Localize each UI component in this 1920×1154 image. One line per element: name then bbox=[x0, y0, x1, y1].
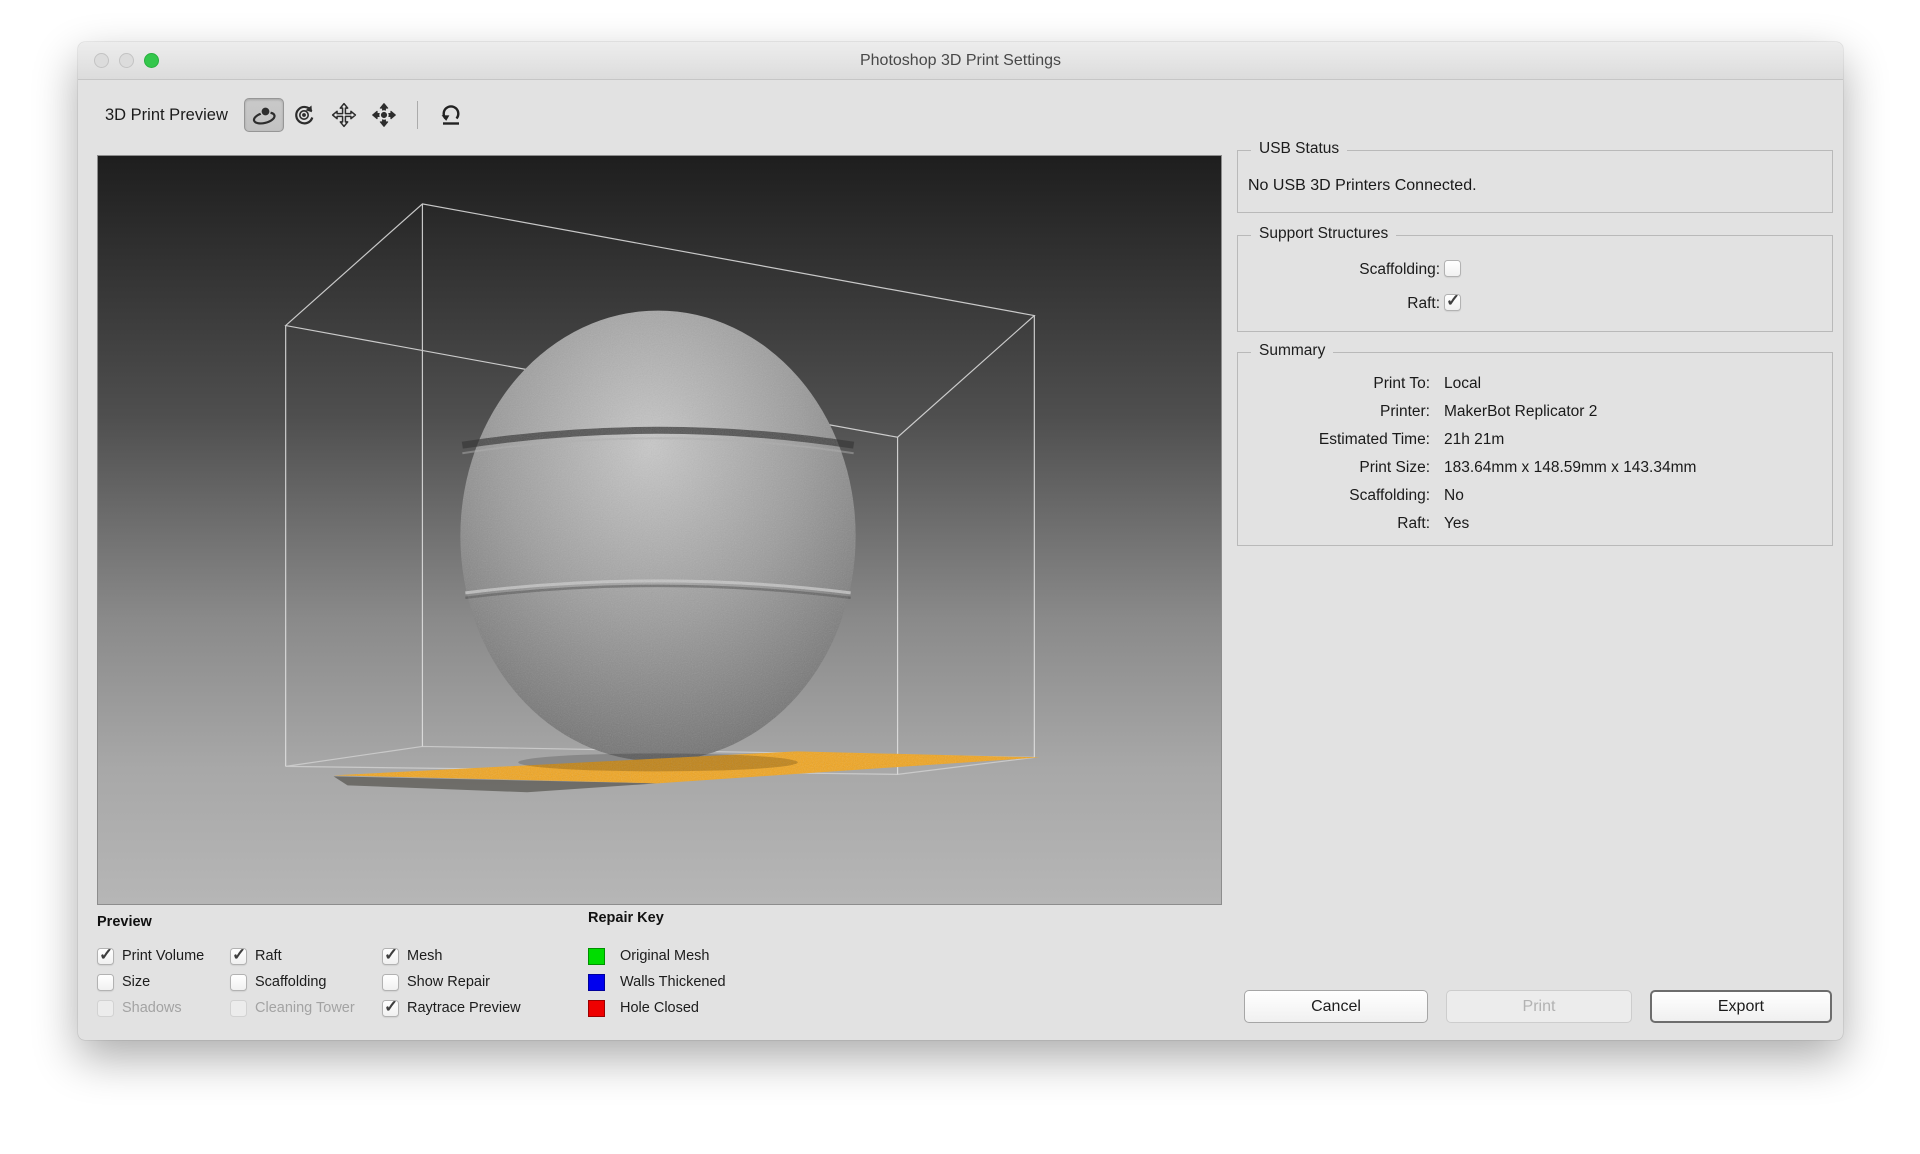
show-repair-label: Show Repair bbox=[407, 974, 490, 990]
print-settings-dialog: Photoshop 3D Print Settings 3D Print Pre… bbox=[78, 42, 1843, 1040]
legend-walls-thickened: Walls Thickened bbox=[588, 969, 726, 995]
estimated-time-value: 21h 21m bbox=[1444, 431, 1504, 449]
title-bar[interactable]: Photoshop 3D Print Settings bbox=[78, 42, 1843, 80]
summary-row: Raft: Yes bbox=[1238, 515, 1832, 535]
raft-preview-label: Raft bbox=[255, 948, 282, 964]
option-raft: Raft bbox=[230, 948, 382, 965]
cancel-button[interactable]: Cancel bbox=[1244, 990, 1428, 1023]
option-show-repair: Show Repair bbox=[382, 974, 562, 991]
raft-label: Raft: bbox=[1407, 295, 1440, 313]
hole-closed-label: Hole Closed bbox=[620, 1000, 699, 1016]
cleaning-tower-label: Cleaning Tower bbox=[255, 1000, 355, 1016]
print-size-value: 183.64mm x 148.59mm x 143.34mm bbox=[1444, 459, 1696, 477]
toolbar-separator bbox=[417, 101, 418, 129]
reset-view-button[interactable] bbox=[431, 98, 471, 132]
roll-icon bbox=[290, 102, 318, 128]
option-size: Size bbox=[97, 974, 230, 991]
legend-hole-closed: Hole Closed bbox=[588, 995, 726, 1021]
preview-toolbar: 3D Print Preview bbox=[105, 92, 471, 138]
pan-icon bbox=[330, 102, 358, 128]
print-preview-viewport[interactable] bbox=[97, 155, 1222, 905]
option-print-volume: Print Volume bbox=[97, 948, 230, 965]
estimated-time-label: Estimated Time: bbox=[1238, 431, 1430, 449]
slide-camera-button[interactable] bbox=[364, 98, 404, 132]
walls-thickened-label: Walls Thickened bbox=[620, 974, 726, 990]
toolbar-label: 3D Print Preview bbox=[105, 106, 228, 125]
original-mesh-label: Original Mesh bbox=[620, 948, 709, 964]
option-cleaning-tower: Cleaning Tower bbox=[230, 1000, 382, 1017]
scaffolding-row: Scaffolding: bbox=[1238, 261, 1832, 281]
cleaning-tower-checkbox bbox=[230, 1000, 247, 1017]
usb-status-message: No USB 3D Printers Connected. bbox=[1248, 177, 1477, 195]
printer-label: Printer: bbox=[1238, 403, 1430, 421]
usb-status-group: USB Status No USB 3D Printers Connected. bbox=[1237, 150, 1833, 213]
raytrace-preview-label: Raytrace Preview bbox=[407, 1000, 521, 1016]
print-button[interactable]: Print bbox=[1446, 990, 1632, 1023]
usb-status-title: USB Status bbox=[1251, 140, 1347, 158]
option-shadows: Shadows bbox=[97, 1000, 230, 1017]
summary-row: Print Size: 183.64mm x 148.59mm x 143.34… bbox=[1238, 459, 1832, 479]
repair-key-title: Repair Key bbox=[588, 910, 664, 926]
size-checkbox[interactable] bbox=[97, 974, 114, 991]
original-mesh-swatch bbox=[588, 948, 605, 965]
scaffolding-preview-label: Scaffolding bbox=[255, 974, 326, 990]
orbit-camera-button[interactable] bbox=[244, 98, 284, 132]
window-title: Photoshop 3D Print Settings bbox=[78, 42, 1843, 80]
summary-row: Print To: Local bbox=[1238, 375, 1832, 395]
raft-checkbox[interactable] bbox=[1444, 294, 1461, 311]
pan-camera-button[interactable] bbox=[324, 98, 364, 132]
raft-preview-checkbox[interactable] bbox=[230, 948, 247, 965]
desktop: Photoshop 3D Print Settings 3D Print Pre… bbox=[0, 0, 1920, 1154]
summary-title: Summary bbox=[1251, 342, 1333, 360]
print-to-label: Print To: bbox=[1238, 375, 1430, 393]
summary-raft-value: Yes bbox=[1444, 515, 1469, 533]
summary-scaffolding-label: Scaffolding: bbox=[1238, 487, 1430, 505]
summary-scaffolding-value: No bbox=[1444, 487, 1464, 505]
preview-options-grid: Print Volume Size Shadows Raft Scaffoldi… bbox=[97, 943, 562, 1021]
slide-icon bbox=[370, 102, 398, 128]
option-mesh: Mesh bbox=[382, 948, 562, 965]
size-label: Size bbox=[122, 974, 150, 990]
export-button[interactable]: Export bbox=[1650, 990, 1832, 1023]
print-volume-label: Print Volume bbox=[122, 948, 204, 964]
legend-original-mesh: Original Mesh bbox=[588, 943, 726, 969]
support-structures-title: Support Structures bbox=[1251, 225, 1396, 243]
hole-closed-swatch bbox=[588, 1000, 605, 1017]
option-raytrace-preview: Raytrace Preview bbox=[382, 1000, 562, 1017]
orbit-icon bbox=[250, 102, 278, 128]
preview-options-title: Preview bbox=[97, 914, 152, 930]
mesh-checkbox[interactable] bbox=[382, 948, 399, 965]
summary-raft-label: Raft: bbox=[1238, 515, 1430, 533]
support-structures-group: Support Structures Scaffolding: Raft: bbox=[1237, 235, 1833, 332]
print-volume-checkbox[interactable] bbox=[97, 948, 114, 965]
print-to-value: Local bbox=[1444, 375, 1481, 393]
show-repair-checkbox[interactable] bbox=[382, 974, 399, 991]
repair-key-legend: Original Mesh Walls Thickened Hole Close… bbox=[588, 943, 726, 1021]
shadows-label: Shadows bbox=[122, 1000, 182, 1016]
scaffolding-checkbox[interactable] bbox=[1444, 260, 1461, 277]
summary-row: Printer: MakerBot Replicator 2 bbox=[1238, 403, 1832, 423]
walls-thickened-swatch bbox=[588, 974, 605, 991]
mesh-label: Mesh bbox=[407, 948, 442, 964]
printer-value: MakerBot Replicator 2 bbox=[1444, 403, 1597, 421]
summary-row: Estimated Time: 21h 21m bbox=[1238, 431, 1832, 451]
model-sphere bbox=[460, 311, 855, 762]
roll-camera-button[interactable] bbox=[284, 98, 324, 132]
contact-shadow bbox=[518, 753, 798, 771]
shadows-checkbox bbox=[97, 1000, 114, 1017]
summary-group: Summary Print To: Local Printer: MakerBo… bbox=[1237, 352, 1833, 546]
reset-icon bbox=[437, 102, 465, 128]
summary-row: Scaffolding: No bbox=[1238, 487, 1832, 507]
option-scaffolding: Scaffolding bbox=[230, 974, 382, 991]
print-size-label: Print Size: bbox=[1238, 459, 1430, 477]
raft-row: Raft: bbox=[1238, 295, 1832, 315]
raytrace-preview-checkbox[interactable] bbox=[382, 1000, 399, 1017]
scaffolding-label: Scaffolding: bbox=[1359, 261, 1440, 279]
scaffolding-preview-checkbox[interactable] bbox=[230, 974, 247, 991]
